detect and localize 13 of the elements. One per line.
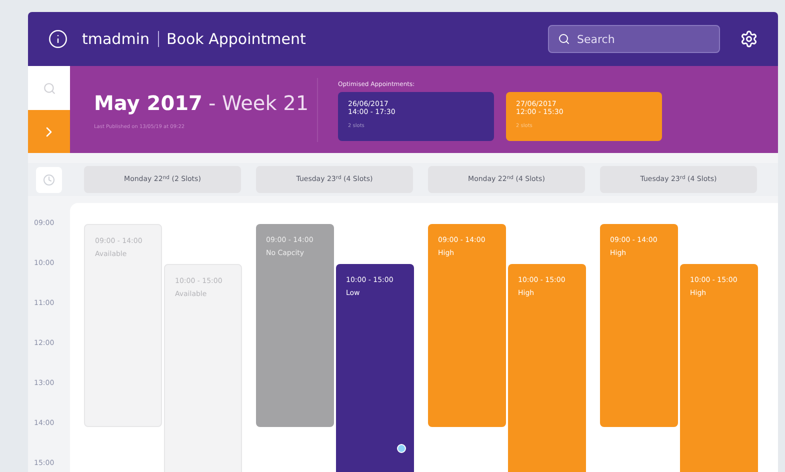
search-icon (558, 33, 570, 45)
clock-button[interactable] (36, 166, 62, 192)
search-icon (42, 82, 56, 94)
search-field[interactable]: Search (548, 25, 720, 53)
next-button[interactable] (28, 110, 70, 153)
clock-icon (43, 174, 55, 186)
search-button[interactable] (28, 66, 70, 110)
settings-icon[interactable] (740, 30, 758, 48)
info-icon[interactable] (48, 29, 68, 49)
week-title: - Week 21 (208, 90, 309, 117)
month-title: May 2017 (94, 90, 202, 117)
page-title: Book Appointment (158, 31, 306, 47)
user-name: tmadmin (82, 28, 150, 50)
